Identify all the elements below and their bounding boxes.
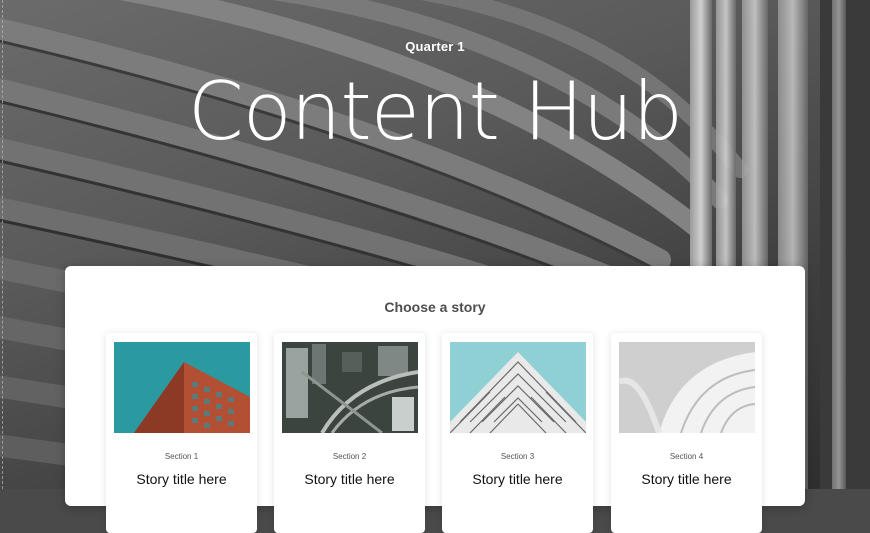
white-lattice-tower-photo <box>450 342 586 433</box>
card-section-label: Section 4 <box>669 452 704 461</box>
card-story-title: Story title here <box>472 471 563 487</box>
card-story-title: Story title here <box>641 471 732 487</box>
story-card-2[interactable]: Section 2 Story title here <box>274 333 425 533</box>
card-story-title: Story title here <box>304 471 395 487</box>
hero-eyebrow: Quarter 1 <box>405 39 465 54</box>
white-curved-architecture-photo <box>619 342 755 433</box>
story-card-4[interactable]: Section 4 Story title here <box>611 333 762 533</box>
story-card-3[interactable]: Section 3 Story title here <box>442 333 593 533</box>
aerial-city-highway-photo <box>282 342 418 433</box>
red-brick-building-photo <box>114 342 250 433</box>
card-story-title: Story title here <box>136 471 227 487</box>
panel-heading: Choose a story <box>384 299 486 315</box>
card-section-label: Section 2 <box>332 452 367 461</box>
story-card-1[interactable]: Section 1 Story title here <box>106 333 257 533</box>
page-title: Content Hub <box>187 65 683 158</box>
card-section-label: Section 3 <box>500 452 535 461</box>
card-section-label: Section 1 <box>164 452 199 461</box>
story-picker-panel: Choose a story Section 1 Story title her… <box>65 266 805 533</box>
